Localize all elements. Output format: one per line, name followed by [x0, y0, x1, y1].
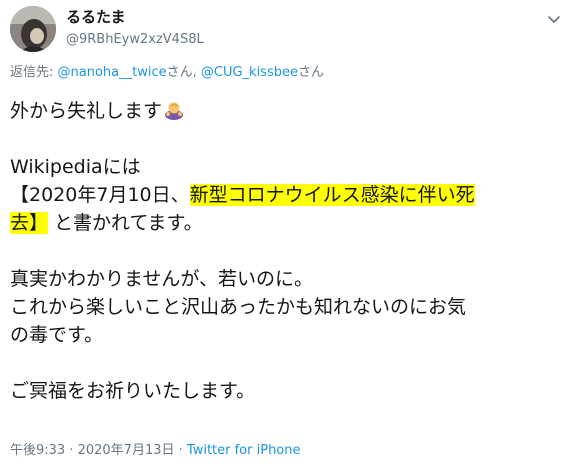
text-line: Wikipediaには [10, 153, 562, 181]
text-line: 去】 と書かれてます。 [10, 209, 562, 237]
text-segment: Wikipediaには [10, 156, 141, 178]
mention-link[interactable]: @nanoha__twice [58, 65, 167, 80]
user-handle[interactable]: @9RBhEyw2xzV4S8L [66, 31, 204, 49]
text-line: 外から失礼します [10, 97, 562, 125]
honorific: さん, [166, 65, 201, 80]
text-segment: 外から失礼します [10, 100, 163, 122]
mention-link[interactable]: @CUG_kissbee [201, 65, 298, 80]
source-link[interactable]: Twitter for iPhone [187, 443, 301, 458]
highlighted-text: 去】 [10, 212, 49, 234]
text-segment: これから楽しいこと沢山あったかも知れないのにお気 [10, 296, 467, 318]
text-line: 【2020年7月10日、新型コロナウイルス感染に伴い死 [10, 181, 562, 209]
avatar[interactable] [10, 6, 56, 52]
text-line: ご冥福をお祈りいたします。 [10, 377, 562, 405]
tweet-meta: 午後9:33 · 2020年7月13日 · Twitter for iPhone [10, 442, 301, 460]
text-segment: の毒です。 [10, 324, 104, 346]
text-line: これから楽しいこと沢山あったかも知れないのにお気 [10, 293, 562, 321]
highlighted-text: 新型コロナウイルス感染に伴い死 [189, 184, 475, 206]
honorific: さん [297, 65, 324, 80]
text-line: 真実かわかりませんが、若いのに。 [10, 265, 562, 293]
text-line: の毒です。 [10, 321, 562, 349]
text-segment: 【2020年7月10日、 [10, 184, 190, 206]
person-bowing-emoji-icon [163, 98, 185, 120]
text-segment: 真実かわかりませんが、若いのに。 [10, 268, 314, 290]
tweet-text: 外から失礼します Wikipediaには 【2020年7月10日、新型コロナウイ… [10, 97, 562, 405]
chevron-down-icon[interactable] [546, 11, 562, 27]
text-segment: ご冥福をお祈りいたします。 [10, 380, 256, 402]
user-names: るるたま @9RBhEyw2xzV4S8L [66, 8, 204, 49]
reply-prefix: 返信先: [10, 65, 58, 80]
timestamp[interactable]: 午後9:33 · 2020年7月13日 [10, 443, 175, 458]
meta-separator: · [174, 443, 187, 458]
reply-context: 返信先: @nanoha__twiceさん, @CUG_kissbeeさん [10, 64, 324, 82]
display-name[interactable]: るるたま [66, 8, 204, 27]
text-segment: と書かれてます。 [48, 212, 203, 234]
tweet: るるたま @9RBhEyw2xzV4S8L 返信先: @nanoha__twic… [0, 0, 571, 464]
